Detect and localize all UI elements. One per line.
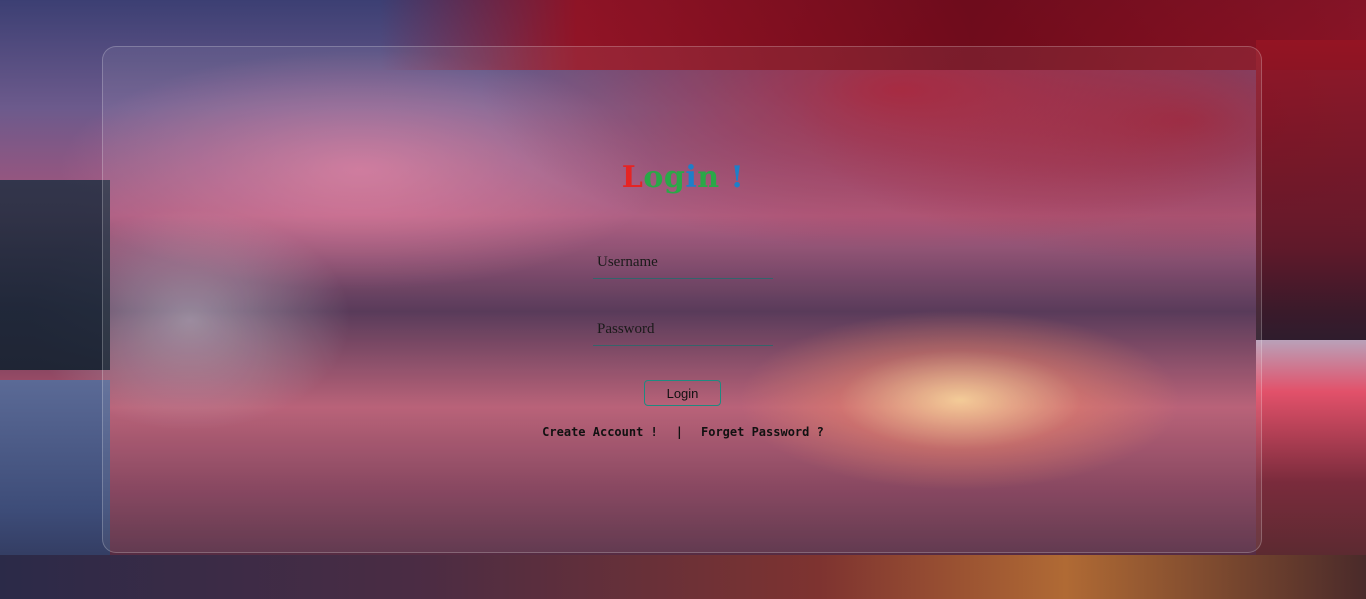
background-ground bbox=[0, 555, 1366, 599]
title-letter: g bbox=[663, 160, 686, 195]
password-input[interactable] bbox=[593, 314, 773, 345]
create-account-link[interactable]: Create Account ! bbox=[542, 425, 658, 439]
page-title: Login ! bbox=[0, 158, 1366, 198]
username-input[interactable] bbox=[593, 247, 773, 278]
title-letter: n bbox=[697, 160, 720, 195]
login-button[interactable]: Login bbox=[644, 380, 721, 406]
background-trees-left bbox=[0, 180, 110, 370]
title-letter: ! bbox=[730, 160, 745, 195]
title-letter: i bbox=[685, 160, 698, 195]
forget-password-link[interactable]: Forget Password ? bbox=[701, 425, 824, 439]
links-separator: | bbox=[675, 425, 683, 439]
title-letter: o bbox=[643, 160, 664, 195]
account-links: Create Account ! | Forget Password ? bbox=[0, 422, 1366, 442]
title-letter bbox=[720, 158, 731, 198]
password-field bbox=[593, 314, 773, 346]
login-panel bbox=[102, 46, 1262, 553]
title-letter: L bbox=[621, 160, 644, 195]
username-field bbox=[593, 247, 773, 279]
